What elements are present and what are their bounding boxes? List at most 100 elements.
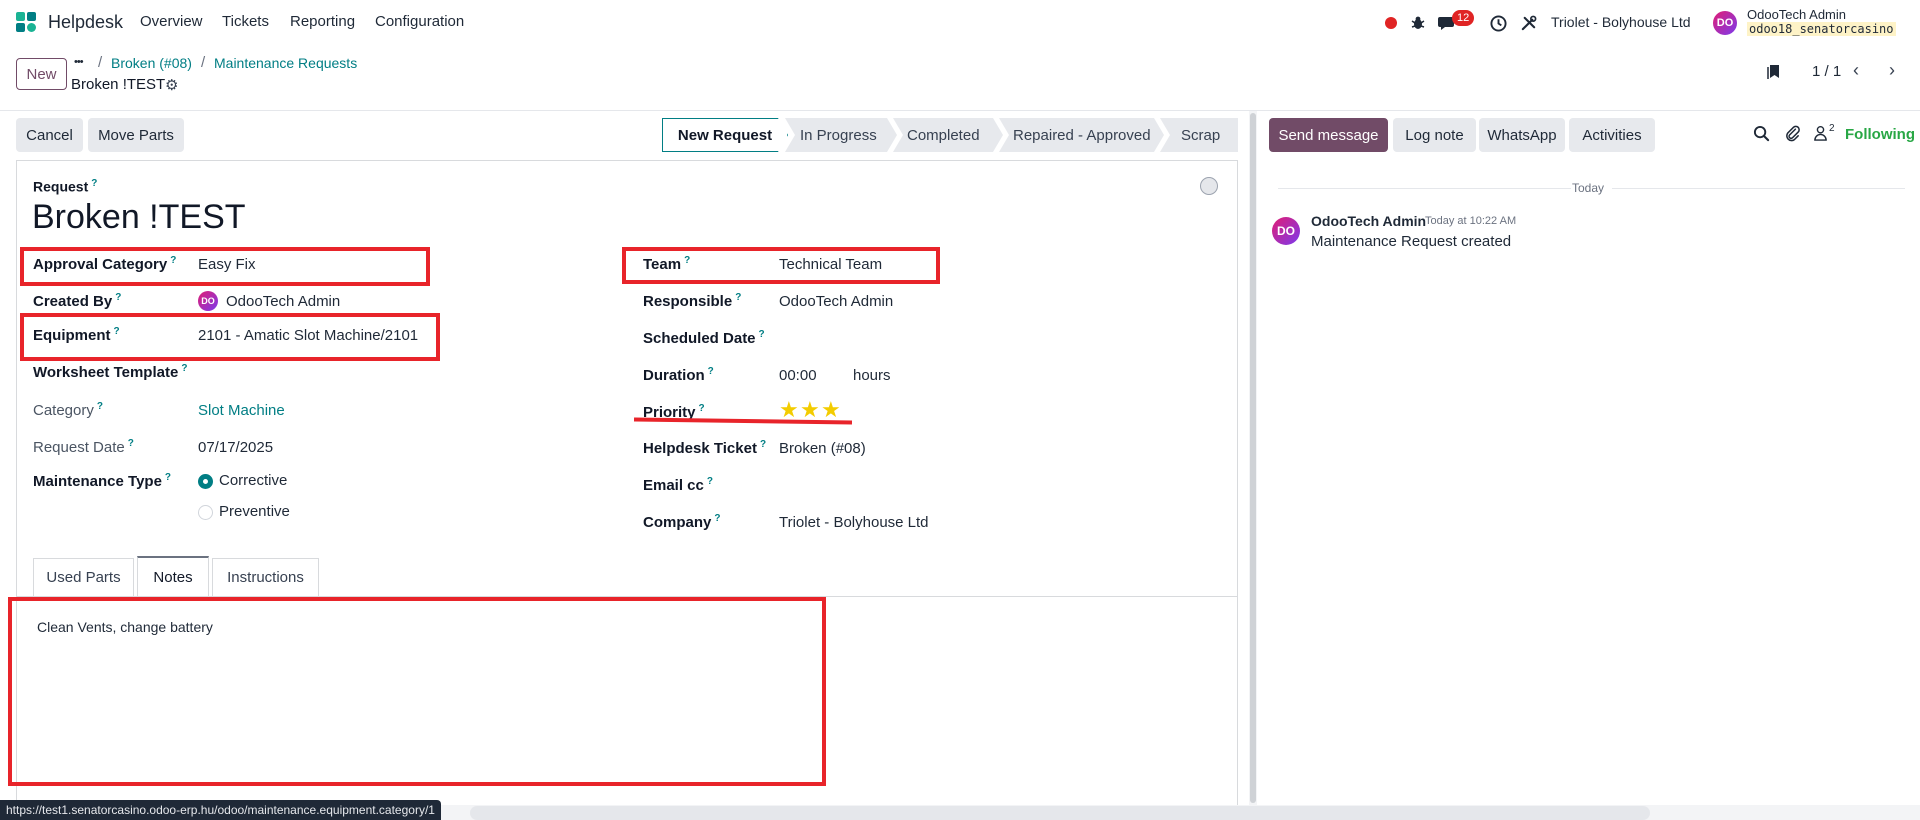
help-icon[interactable]: ? (759, 329, 765, 340)
breadcrumb-ticket[interactable]: Broken (#08) (111, 55, 192, 71)
move-parts-button[interactable]: Move Parts (88, 118, 184, 152)
paperclip-icon[interactable] (1784, 124, 1801, 146)
help-icon[interactable]: ? (707, 476, 713, 487)
chat-badge: 12 (1452, 10, 1475, 26)
tab-instructions[interactable]: Instructions (212, 558, 319, 596)
bookmark-icon[interactable] (1766, 62, 1782, 84)
category-field[interactable]: Slot Machine (198, 402, 285, 419)
user-avatar[interactable]: DO (1713, 11, 1737, 35)
menu-configuration[interactable]: Configuration (375, 13, 464, 30)
label-text: Worksheet Template (33, 364, 179, 381)
highlight-approval-category (20, 247, 430, 286)
request-title[interactable]: Broken !TEST (32, 198, 246, 237)
avatar-initials: DO (1716, 17, 1734, 29)
stage-repaired-approved[interactable]: Repaired - Approved (999, 118, 1164, 152)
preventive-radio[interactable] (198, 505, 213, 520)
send-message-button[interactable]: Send message (1269, 118, 1388, 152)
pager-prev-icon[interactable]: ‹ (1853, 60, 1859, 81)
category-label: Category? (33, 401, 103, 419)
search-icon[interactable] (1753, 125, 1770, 146)
tab-notes[interactable]: Notes (137, 556, 209, 596)
user-name[interactable]: OdooTech Admin (1747, 7, 1846, 22)
responsible-field[interactable]: OdooTech Admin (779, 293, 893, 310)
corrective-option-label: Corrective (219, 472, 288, 489)
message-time: Today at 10:22 AM (1425, 215, 1517, 227)
company-field[interactable]: Triolet - Bolyhouse Ltd (779, 514, 929, 531)
record-title: Broken !TEST (71, 76, 166, 93)
created-by-label: Created By? (33, 292, 121, 310)
helpdesk-ticket-field[interactable]: Broken (#08) (779, 440, 866, 457)
help-icon[interactable]: ? (760, 439, 766, 450)
helpdesk-logo-icon (16, 12, 36, 32)
date-divider-left (1278, 188, 1571, 189)
help-icon[interactable]: ? (714, 513, 720, 524)
label-text: Request Date (33, 439, 125, 456)
avatar-initials: DO (1277, 224, 1295, 238)
label-text: Scheduled Date (643, 330, 756, 347)
clock-icon[interactable] (1487, 12, 1509, 34)
scrollbar-thumb[interactable] (1250, 113, 1256, 803)
message-author-avatar[interactable]: DO (1272, 217, 1300, 245)
horizontal-scrollbar[interactable] (470, 806, 1650, 820)
worksheet-template-label: Worksheet Template? (33, 363, 187, 381)
label-text: Email cc (643, 477, 704, 494)
menu-overview[interactable]: Overview (140, 13, 203, 30)
top-navbar: Helpdesk Overview Tickets Reporting Conf… (0, 0, 1920, 46)
followers-count: 2 (1829, 123, 1835, 134)
following-button[interactable]: Following (1845, 126, 1915, 143)
help-icon[interactable]: ? (165, 472, 171, 483)
gear-icon[interactable]: ⚙ (165, 76, 178, 94)
created-by-field[interactable]: OdooTech Admin (226, 293, 340, 310)
avatar-initials: DO (201, 296, 215, 306)
pager-value[interactable]: 1 / 1 (1812, 63, 1841, 80)
stage-new-request[interactable]: New Request (662, 118, 788, 152)
kanban-state-icon[interactable] (1200, 177, 1218, 195)
help-icon[interactable]: ? (181, 363, 187, 374)
label-text: Helpdesk Ticket (643, 440, 757, 457)
scheduled-date-label: Scheduled Date? (643, 329, 765, 347)
menu-reporting[interactable]: Reporting (290, 13, 355, 30)
whatsapp-button[interactable]: WhatsApp (1479, 118, 1565, 152)
corrective-radio[interactable] (198, 474, 213, 489)
debug-bug-icon[interactable] (1407, 12, 1429, 34)
label-text: Duration (643, 367, 705, 384)
help-icon[interactable]: ? (708, 366, 714, 377)
company-switcher[interactable]: Triolet - Bolyhouse Ltd (1551, 14, 1691, 30)
duration-field[interactable]: 00:00 (779, 367, 817, 384)
date-divider-right (1612, 188, 1905, 189)
help-icon[interactable]: ? (699, 403, 705, 414)
help-icon[interactable]: ? (735, 292, 741, 303)
app-brand[interactable]: Helpdesk (14, 10, 123, 34)
email-cc-label: Email cc? (643, 476, 713, 494)
label-text: Category (33, 402, 94, 419)
tools-icon[interactable] (1517, 12, 1539, 34)
pager-next-icon[interactable]: › (1889, 60, 1895, 81)
help-icon[interactable]: ? (115, 292, 121, 303)
highlight-notes (8, 597, 826, 786)
new-button[interactable]: New (16, 58, 67, 90)
link-status-bar: https://test1.senatorcasino.odoo-erp.hu/… (0, 800, 441, 820)
tab-used-parts[interactable]: Used Parts (33, 558, 134, 596)
recording-dot-icon[interactable] (1380, 12, 1402, 34)
log-note-button[interactable]: Log note (1393, 118, 1476, 152)
label-text: Company (643, 514, 712, 531)
company-label: Company? (643, 513, 720, 531)
followers-icon[interactable] (1813, 125, 1828, 146)
request-date-field[interactable]: 07/17/2025 (198, 439, 273, 456)
priority-star-icon[interactable]: ★ (821, 397, 841, 423)
cancel-button[interactable]: Cancel (16, 118, 83, 152)
responsible-label: Responsible? (643, 292, 741, 310)
app-name: Helpdesk (48, 11, 124, 32)
help-icon[interactable]: ? (128, 438, 134, 449)
stage-scrap[interactable]: Scrap (1160, 118, 1238, 152)
message-author[interactable]: OdooTech Admin (1311, 213, 1426, 229)
stage-completed[interactable]: Completed (893, 118, 1003, 152)
menu-tickets[interactable]: Tickets (222, 13, 269, 30)
activities-button[interactable]: Activities (1569, 118, 1655, 152)
help-icon[interactable]: ? (91, 178, 97, 189)
creator-avatar: DO (198, 291, 218, 311)
help-icon[interactable]: ? (97, 401, 103, 412)
stage-in-progress[interactable]: In Progress (785, 118, 897, 152)
breadcrumb-more-icon[interactable]: ••• (74, 56, 84, 68)
breadcrumb-maintenance-requests[interactable]: Maintenance Requests (214, 55, 357, 71)
